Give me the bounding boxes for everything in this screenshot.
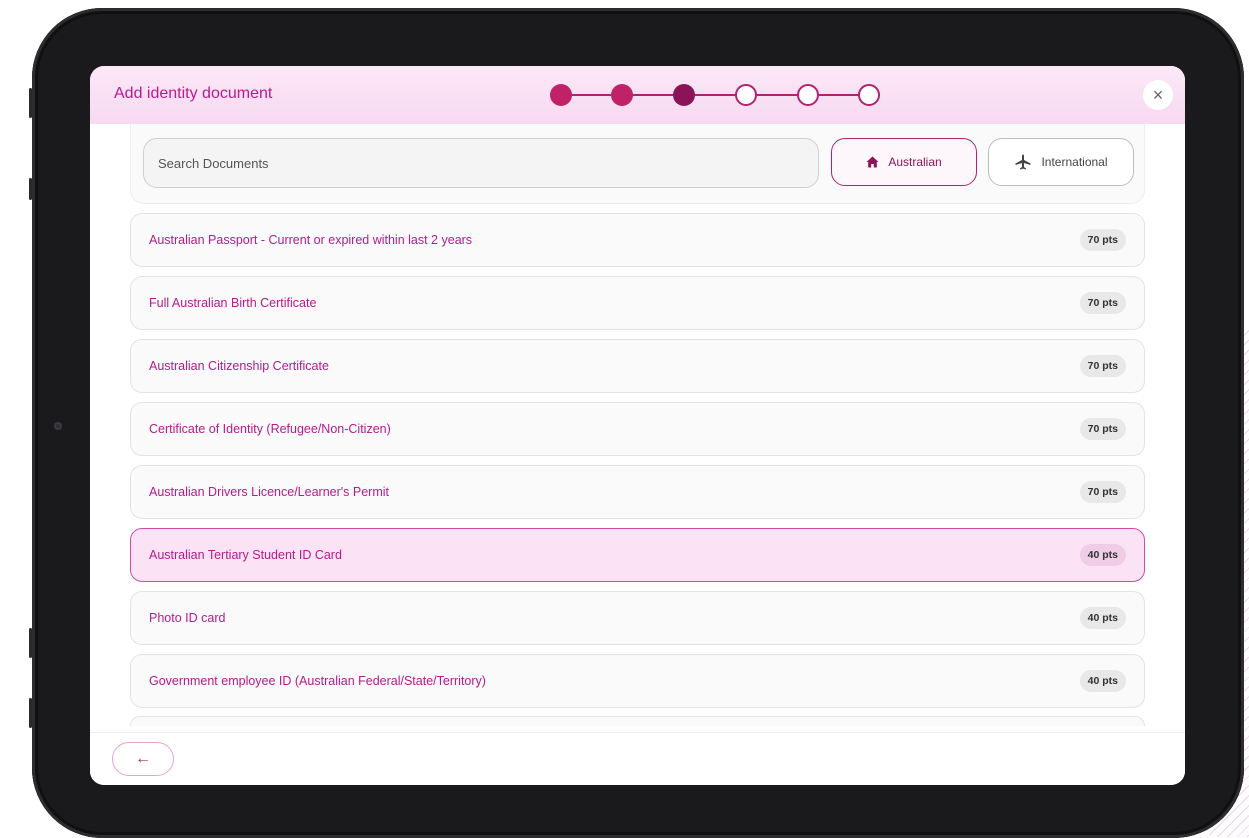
points-badge: 70 pts <box>1079 229 1126 251</box>
points-badge: 70 pts <box>1079 481 1126 503</box>
document-row-birth-certificate[interactable]: Full Australian Birth Certificate 70 pts <box>130 276 1145 330</box>
step-4-pending <box>735 84 757 106</box>
document-label: Australian Citizenship Certificate <box>149 359 329 373</box>
document-list: Australian Passport - Current or expired… <box>130 213 1145 717</box>
document-label: Photo ID card <box>149 611 226 625</box>
tablet-side-button <box>29 178 32 200</box>
tablet-camera <box>54 422 62 430</box>
document-row-photo-id-card[interactable]: Photo ID card 40 pts <box>130 591 1145 645</box>
step-1-complete <box>550 84 572 106</box>
points-badge: 70 pts <box>1079 418 1126 440</box>
document-row-australian-passport[interactable]: Australian Passport - Current or expired… <box>130 213 1145 267</box>
document-row-tertiary-student-id[interactable]: Australian Tertiary Student ID Card 40 p… <box>130 528 1145 582</box>
progress-stepper <box>550 83 880 107</box>
document-row-drivers-licence[interactable]: Australian Drivers Licence/Learner's Per… <box>130 465 1145 519</box>
points-badge: 40 pts <box>1079 544 1126 566</box>
document-row-certificate-of-identity[interactable]: Certificate of Identity (Refugee/Non-Cit… <box>130 402 1145 456</box>
airplane-icon <box>1015 154 1031 170</box>
international-filter-label: International <box>1041 155 1108 169</box>
tablet-side-button <box>29 628 32 658</box>
australian-filter-button[interactable]: Australian <box>831 138 977 186</box>
tablet-side-button <box>29 88 32 118</box>
step-6-pending <box>858 84 880 106</box>
international-filter-button[interactable]: International <box>988 138 1134 186</box>
search-panel: Australian International <box>130 124 1145 204</box>
document-label: Certificate of Identity (Refugee/Non-Cit… <box>149 422 391 436</box>
points-badge: 40 pts <box>1079 670 1126 692</box>
step-5-pending <box>797 84 819 106</box>
dialog-screen: Add identity document × Australian Int <box>90 66 1185 785</box>
points-badge: 40 pts <box>1079 607 1126 629</box>
tablet-side-button <box>29 698 32 728</box>
document-label: Government employee ID (Australian Feder… <box>149 674 486 688</box>
dialog-header: Add identity document × <box>90 66 1185 124</box>
search-input[interactable] <box>143 138 819 188</box>
stepper-track <box>561 94 869 96</box>
points-badge: 70 pts <box>1079 355 1126 377</box>
dialog-title: Add identity document <box>114 85 273 102</box>
close-button[interactable]: × <box>1143 80 1173 110</box>
document-row-government-employee-id[interactable]: Government employee ID (Australian Feder… <box>130 654 1145 708</box>
close-icon: × <box>1152 84 1164 105</box>
step-2-complete <box>611 84 633 106</box>
dialog-footer: ← <box>90 732 1185 785</box>
step-3-current <box>673 84 695 106</box>
home-icon <box>866 156 879 168</box>
document-label: Australian Drivers Licence/Learner's Per… <box>149 485 389 499</box>
document-label: Full Australian Birth Certificate <box>149 296 317 310</box>
document-row-citizenship-certificate[interactable]: Australian Citizenship Certificate 70 pt… <box>130 339 1145 393</box>
australian-filter-label: Australian <box>888 155 942 169</box>
points-badge: 70 pts <box>1079 292 1126 314</box>
document-row-partial <box>130 716 1145 726</box>
arrow-left-icon: ← <box>135 750 151 767</box>
back-button[interactable]: ← <box>112 742 174 776</box>
document-label: Australian Tertiary Student ID Card <box>149 548 342 562</box>
document-label: Australian Passport - Current or expired… <box>149 233 473 247</box>
